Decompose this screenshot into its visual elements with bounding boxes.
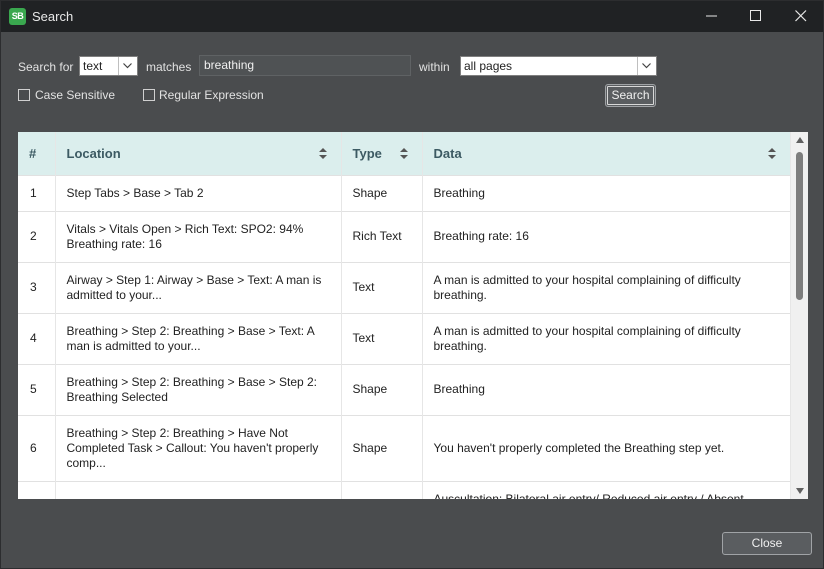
close-button[interactable]: Close [722, 532, 812, 555]
results-table-container: # Location Type Data 1 Step Tabs > Base … [18, 132, 808, 499]
sort-icon [399, 148, 408, 159]
case-sensitive-checkbox[interactable] [18, 89, 30, 101]
minimize-button[interactable] [689, 1, 735, 32]
within-value: all pages [464, 59, 513, 73]
search-dialog: SB Search Search for text matches breath… [0, 0, 824, 569]
scroll-down-icon[interactable] [796, 488, 804, 494]
scroll-up-icon[interactable] [796, 137, 804, 143]
search-for-label: Search for [18, 60, 74, 74]
within-label: within [419, 60, 450, 74]
table-header-row: # Location Type Data [18, 132, 791, 175]
app-logo-icon: SB [9, 8, 26, 25]
table-row[interactable]: 4 Breathing > Step 2: Breathing > Base >… [18, 312, 791, 364]
search-query-input[interactable]: breathing [199, 55, 411, 76]
table-row[interactable]: Auscultation: Bilateral air entry/ Reduc… [18, 480, 791, 499]
table-row[interactable]: 2 Vitals > Vitals Open > Rich Text: SPO2… [18, 210, 791, 262]
column-header-location[interactable]: Location [55, 132, 342, 175]
table-row[interactable]: 6 Breathing > Step 2: Breathing > Have N… [18, 414, 791, 481]
maximize-icon [750, 10, 761, 21]
regex-checkbox[interactable] [143, 89, 155, 101]
search-for-value: text [83, 59, 103, 73]
search-button[interactable]: Search [605, 84, 656, 107]
title-bar: SB Search [1, 1, 823, 32]
sort-icon [767, 148, 776, 159]
scrollbar-thumb[interactable] [796, 152, 803, 300]
column-header-type[interactable]: Type [341, 132, 423, 175]
close-window-button[interactable] [778, 1, 823, 32]
close-icon [795, 10, 807, 22]
results-table: # Location Type Data 1 Step Tabs > Base … [18, 132, 791, 499]
column-header-data[interactable]: Data [422, 132, 791, 175]
results-scrollbar[interactable] [791, 132, 808, 499]
maximize-button[interactable] [733, 1, 779, 32]
within-select[interactable]: all pages [460, 56, 657, 76]
chevron-down-icon[interactable] [637, 57, 656, 75]
minimize-icon [706, 15, 717, 17]
window-title: Search [32, 9, 74, 24]
regex-label: Regular Expression [159, 88, 264, 102]
matches-label: matches [146, 60, 192, 74]
table-row[interactable]: 3 Airway > Step 1: Airway > Base > Text:… [18, 261, 791, 313]
search-for-select[interactable]: text [79, 56, 138, 76]
case-sensitive-label: Case Sensitive [35, 88, 116, 102]
sort-icon [318, 148, 327, 159]
chevron-down-icon[interactable] [118, 57, 137, 75]
column-header-number[interactable]: # [18, 132, 56, 175]
table-row[interactable]: 1 Step Tabs > Base > Tab 2 Shape Breathi… [18, 174, 791, 211]
table-row[interactable]: 5 Breathing > Step 2: Breathing > Base >… [18, 363, 791, 415]
